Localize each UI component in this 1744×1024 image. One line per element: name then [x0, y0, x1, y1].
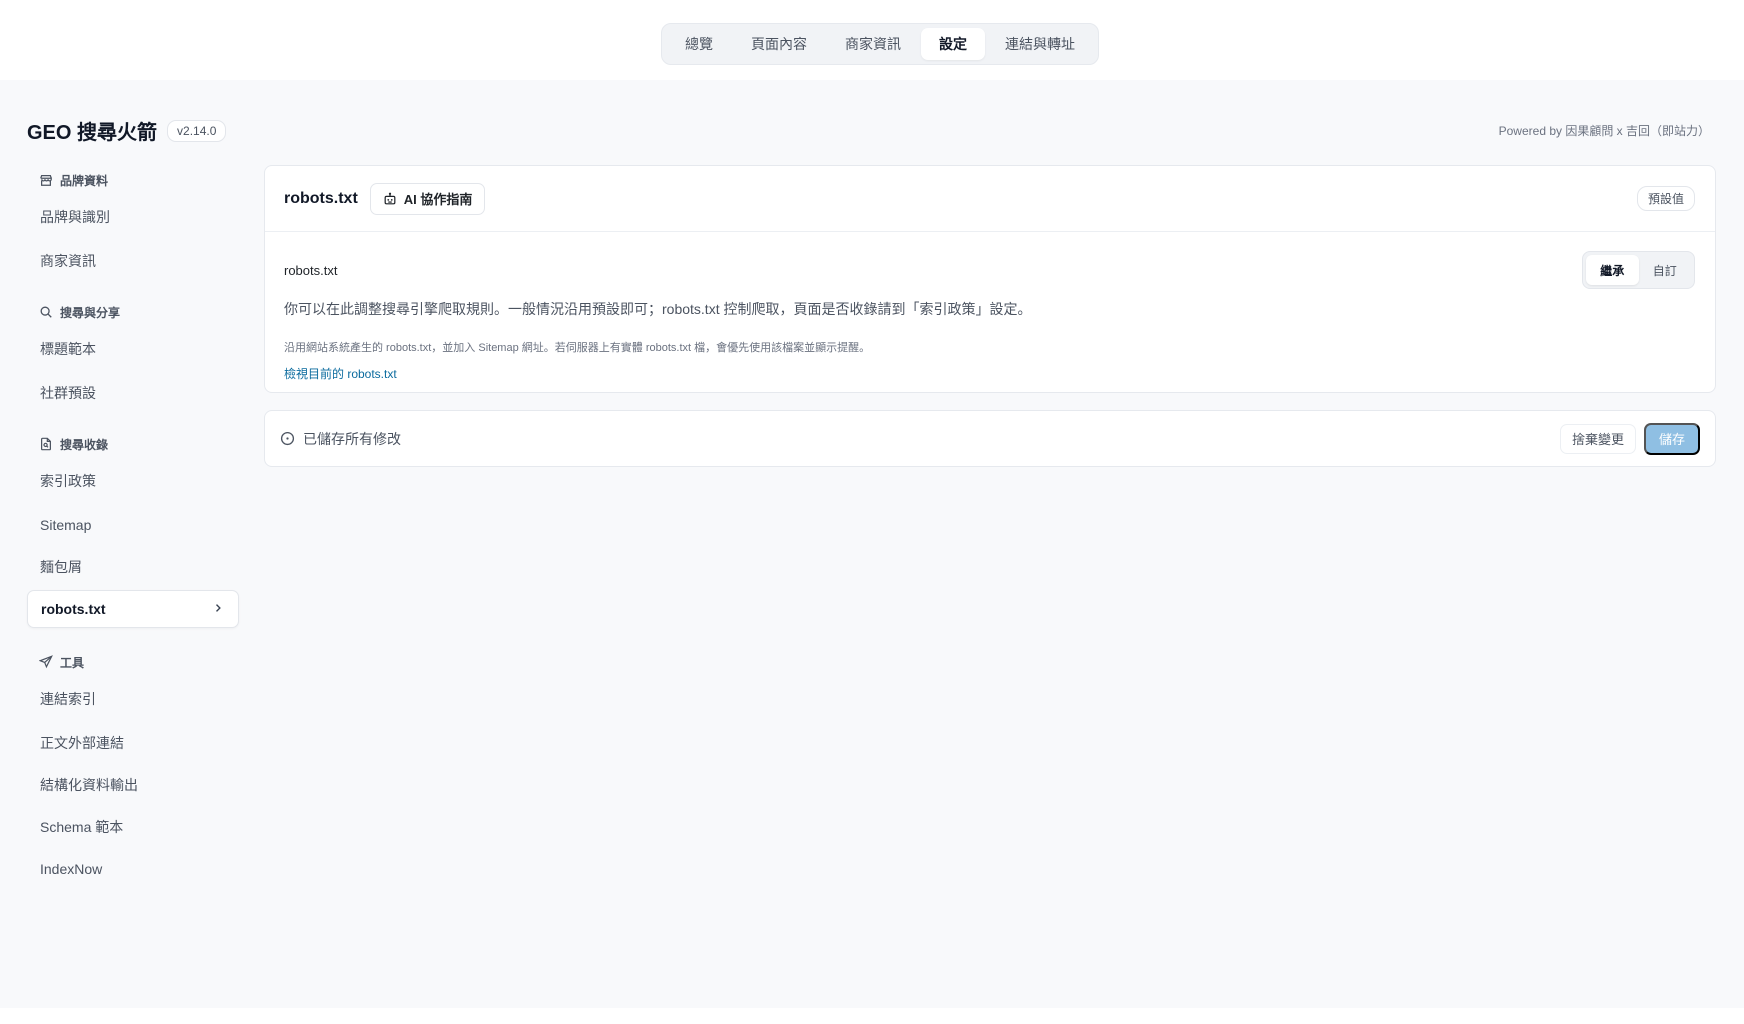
top-tabs: 總覽 頁面內容 商家資訊 設定 連結與轉址 [661, 23, 1099, 65]
save-status-text: 已儲存所有修改 [303, 430, 401, 447]
sidebar-item-label: 品牌與識別 [40, 209, 110, 225]
brand-title: GEO 搜尋火箭 [27, 122, 158, 144]
description-text: 你可以在此調整搜尋引擎爬取規則。一般情況沿用預設即可；robots.txt 控制… [284, 301, 1032, 317]
sidebar: 品牌資料 品牌與識別 商家資訊 搜尋與分享 標題範本 社群預設 搜尋收錄 索引政… [27, 166, 239, 888]
ai-guide-button[interactable]: AI 協作指南 [369, 182, 486, 215]
chevron-right-icon [212, 601, 224, 617]
card-body: robots.txt 繼承 自訂 你可以在此調整搜尋引擎爬取規則。一般情況沿用預… [265, 232, 1715, 403]
discard-button[interactable]: 捨棄變更 [1559, 423, 1636, 454]
default-value-badge: 預設值 [1636, 186, 1695, 211]
sidebar-item-schema-template[interactable]: Schema 範本 [27, 808, 239, 846]
sidebar-item-label: Sitemap [40, 517, 92, 533]
send-icon [39, 655, 53, 669]
tab-overview[interactable]: 總覽 [667, 28, 731, 60]
brand-header: GEO 搜尋火箭 v2.14.0 [27, 116, 227, 145]
file-search-icon [39, 437, 53, 451]
check-circle-icon [280, 431, 295, 446]
sidebar-item-label: 麵包屑 [40, 559, 82, 575]
sidebar-item-label: 索引政策 [40, 473, 96, 489]
tab-business-info[interactable]: 商家資訊 [827, 28, 919, 60]
sidebar-group-label: 搜尋與分享 [60, 305, 121, 320]
search-icon [39, 305, 53, 319]
version-badge: v2.14.0 [167, 119, 227, 142]
card-header: robots.txt AI 協作指南 預設值 [265, 166, 1715, 232]
sidebar-item-brand-identity[interactable]: 品牌與識別 [27, 198, 239, 236]
sidebar-item-label: IndexNow [40, 861, 103, 877]
save-actions: 捨棄變更 儲存 [1559, 422, 1700, 455]
view-robots-link[interactable]: 檢視目前的 robots.txt [284, 365, 397, 382]
sidebar-item-link-index[interactable]: 連結索引 [27, 680, 239, 718]
mode-segmented-control: 繼承 自訂 [1582, 251, 1695, 289]
sidebar-item-label: 結構化資料輸出 [40, 777, 138, 793]
sidebar-group-search-share: 搜尋與分享 [27, 302, 239, 322]
sidebar-item-robots-txt[interactable]: robots.txt [27, 590, 239, 628]
sidebar-item-title-template[interactable]: 標題範本 [27, 330, 239, 368]
sidebar-item-structured-data[interactable]: 結構化資料輸出 [27, 766, 239, 804]
sidebar-group-label: 品牌資料 [60, 173, 109, 188]
tab-settings[interactable]: 設定 [921, 28, 985, 60]
robot-icon [383, 192, 397, 206]
sidebar-item-label: 正文外部連結 [40, 735, 124, 751]
ai-guide-label: AI 協作指南 [403, 192, 473, 207]
sidebar-group-brand: 品牌資料 [27, 170, 239, 190]
top-nav-bar: 總覽 頁面內容 商家資訊 設定 連結與轉址 [0, 0, 1744, 80]
sidebar-item-label: 標題範本 [40, 341, 96, 357]
hint-text: 沿用網站系統產生的 robots.txt，並加入 Sitemap 網址。若伺服器… [284, 342, 871, 354]
inherit-option[interactable]: 繼承 [1586, 255, 1639, 285]
sidebar-item-sitemap[interactable]: Sitemap [27, 506, 239, 544]
store-icon [39, 173, 53, 187]
sidebar-item-indexnow[interactable]: IndexNow [27, 850, 239, 888]
sidebar-item-external-links[interactable]: 正文外部連結 [27, 724, 239, 762]
sidebar-item-label: robots.txt [41, 601, 106, 617]
save-button[interactable]: 儲存 [1643, 422, 1700, 455]
sidebar-item-social-defaults[interactable]: 社群預設 [27, 374, 239, 412]
save-bar: 已儲存所有修改 捨棄變更 儲存 [264, 410, 1716, 467]
sidebar-group-tools: 工具 [27, 652, 239, 672]
sidebar-item-label: 商家資訊 [40, 253, 96, 269]
sidebar-item-label: 連結索引 [40, 691, 96, 707]
sidebar-group-label: 工具 [60, 655, 85, 670]
card-title: robots.txt [284, 189, 358, 207]
powered-by-text: Powered by 因果顧問 x 吉回（即站力） [1498, 124, 1710, 138]
sidebar-group-label: 搜尋收錄 [60, 437, 109, 452]
field-label: robots.txt [284, 263, 338, 278]
page-body: GEO 搜尋火箭 v2.14.0 Powered by 因果顧問 x 吉回（即站… [0, 80, 1744, 1008]
sidebar-item-label: Schema 範本 [40, 819, 124, 835]
sidebar-item-label: 社群預設 [40, 385, 96, 401]
sidebar-item-breadcrumb[interactable]: 麵包屑 [27, 548, 239, 586]
robots-settings-card: robots.txt AI 協作指南 預設值 robots.txt 繼承 自訂 … [264, 165, 1716, 393]
sidebar-item-business-info[interactable]: 商家資訊 [27, 242, 239, 280]
sidebar-group-indexing: 搜尋收錄 [27, 434, 239, 454]
sidebar-item-index-policy[interactable]: 索引政策 [27, 462, 239, 500]
tab-page-content[interactable]: 頁面內容 [733, 28, 825, 60]
save-status: 已儲存所有修改 [280, 429, 401, 449]
custom-option[interactable]: 自訂 [1639, 255, 1692, 285]
tab-links-redirects[interactable]: 連結與轉址 [987, 28, 1093, 60]
